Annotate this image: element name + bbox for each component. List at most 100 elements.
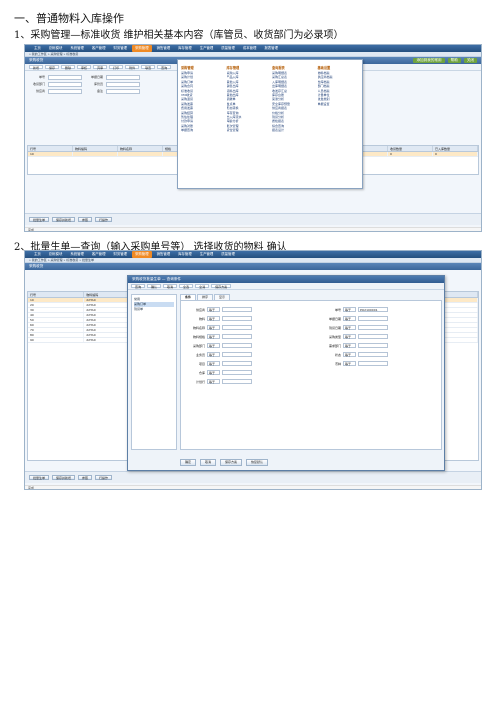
bottom-button[interactable]: 行操作 bbox=[95, 217, 113, 222]
condition-value-input[interactable] bbox=[358, 334, 388, 339]
condition-operator[interactable]: 等于 bbox=[343, 343, 356, 348]
condition-value-input[interactable] bbox=[358, 325, 388, 330]
condition-operator[interactable]: 等于 bbox=[207, 361, 220, 366]
dialog-toolbar-button[interactable]: 确认 bbox=[147, 284, 162, 289]
title-action-button[interactable]: 添加到我的常用 bbox=[413, 58, 445, 63]
condition-value-input[interactable] bbox=[222, 343, 252, 348]
form-input[interactable] bbox=[48, 75, 82, 80]
condition-value-input[interactable] bbox=[222, 307, 252, 312]
mega-menu-item[interactable]: 单据查询 bbox=[181, 128, 223, 132]
column-header[interactable]: 行号 bbox=[28, 292, 85, 297]
bottom-button[interactable]: 参照 bbox=[78, 475, 93, 480]
condition-value-input[interactable] bbox=[358, 361, 388, 366]
condition-operator[interactable]: 等于 bbox=[343, 334, 356, 339]
top-menu-item[interactable]: 总帐模块 bbox=[46, 45, 66, 52]
toolbar-button[interactable]: 打印 bbox=[109, 65, 124, 70]
toolbar-button[interactable]: 联查 bbox=[141, 65, 156, 70]
toolbar-button[interactable]: 保存 bbox=[45, 65, 60, 70]
condition-operator[interactable]: 等于 bbox=[207, 307, 220, 312]
top-menu-item[interactable]: 库存管理 bbox=[175, 251, 195, 258]
top-menu-item[interactable]: 质量管理 bbox=[218, 45, 238, 52]
mega-menu-item[interactable]: 报表设计 bbox=[272, 128, 314, 132]
condition-value-input[interactable] bbox=[358, 316, 388, 321]
condition-value-input[interactable] bbox=[222, 379, 252, 384]
condition-value-input[interactable] bbox=[222, 361, 252, 366]
top-menu-item[interactable]: 主页 bbox=[31, 45, 44, 52]
condition-value-input[interactable] bbox=[222, 325, 252, 330]
dialog-button[interactable]: 保存方案 bbox=[220, 459, 243, 466]
top-menu-item[interactable]: 生产管理 bbox=[197, 251, 217, 258]
form-input[interactable] bbox=[106, 75, 140, 80]
title-action-button[interactable]: 帮助 bbox=[447, 58, 461, 63]
toolbar-button[interactable]: 审核 bbox=[77, 65, 92, 70]
form-input[interactable] bbox=[48, 89, 82, 94]
top-menu-item[interactable]: 系统管理 bbox=[67, 45, 87, 52]
condition-value-input[interactable] bbox=[222, 370, 252, 375]
toolbar-button[interactable]: 附件 bbox=[125, 65, 140, 70]
top-menu-item[interactable]: 销售管理 bbox=[154, 251, 174, 258]
condition-operator[interactable]: 等于 bbox=[207, 316, 220, 321]
column-header[interactable]: 收货数量 bbox=[388, 146, 433, 151]
toolbar-button[interactable]: 新增 bbox=[29, 65, 44, 70]
top-menu-item[interactable]: 采购管理 bbox=[132, 251, 152, 258]
top-menu-item[interactable]: 客户管理 bbox=[89, 45, 109, 52]
toolbar-button[interactable]: 查询 bbox=[157, 65, 172, 70]
form-input[interactable] bbox=[106, 82, 140, 87]
condition-operator[interactable]: 等于 bbox=[207, 334, 220, 339]
condition-value-input[interactable] bbox=[222, 334, 252, 339]
dialog-toolbar-button[interactable]: 保存方案 bbox=[211, 284, 232, 289]
condition-value-input[interactable] bbox=[358, 352, 388, 357]
condition-operator[interactable]: 等于 bbox=[207, 379, 220, 384]
column-header[interactable]: 行号 bbox=[28, 146, 73, 151]
dialog-toolbar-button[interactable]: 全选 bbox=[179, 284, 194, 289]
condition-operator[interactable]: 等于 bbox=[207, 370, 220, 375]
dialog-button[interactable]: 确定 bbox=[180, 459, 197, 466]
column-header[interactable]: 物料名称 bbox=[118, 146, 163, 151]
condition-operator[interactable]: 等于 bbox=[207, 343, 220, 348]
condition-operator[interactable]: 等于 bbox=[343, 307, 356, 312]
toolbar-button[interactable]: 删除 bbox=[61, 65, 76, 70]
bottom-button[interactable]: 参照 bbox=[78, 217, 93, 222]
top-menu-item[interactable]: 报表管理 bbox=[261, 45, 281, 52]
mega-menu-item[interactable]: 单据设置 bbox=[318, 102, 360, 106]
top-menu-item[interactable]: 财务管理 bbox=[110, 251, 130, 258]
top-menu-item[interactable]: 客户管理 bbox=[89, 251, 109, 258]
bottom-button[interactable]: 保存并新增 bbox=[52, 475, 76, 480]
bottom-button[interactable]: 批量生单 bbox=[29, 217, 50, 222]
mega-menu-item[interactable]: 货位管理 bbox=[227, 128, 269, 132]
column-header[interactable]: 物料编码 bbox=[73, 146, 118, 151]
dialog-button[interactable]: 取消 bbox=[200, 459, 217, 466]
dialog-button[interactable]: 恢复默认 bbox=[246, 459, 269, 466]
condition-operator[interactable]: 等于 bbox=[207, 325, 220, 330]
top-menu-item[interactable]: 采购管理 bbox=[132, 45, 152, 52]
top-menu-item[interactable]: 成本管理 bbox=[240, 45, 260, 52]
form-input[interactable] bbox=[106, 89, 140, 94]
top-menu-item[interactable]: 总帐模块 bbox=[46, 251, 66, 258]
bottom-button[interactable]: 批量生单 bbox=[29, 475, 50, 480]
top-menu-item[interactable]: 生产管理 bbox=[197, 45, 217, 52]
toolbar-button[interactable]: 弃审 bbox=[93, 65, 108, 70]
form-input[interactable] bbox=[48, 82, 82, 87]
condition-value-input[interactable] bbox=[222, 316, 252, 321]
top-menu-item[interactable]: 财务管理 bbox=[110, 45, 130, 52]
title-action-button[interactable]: 关闭 bbox=[463, 58, 477, 63]
bottom-button[interactable]: 保存并新增 bbox=[52, 217, 76, 222]
dialog-toolbar-button[interactable]: 查询 bbox=[131, 284, 146, 289]
condition-value-input[interactable]: PO2100001 bbox=[358, 307, 388, 312]
dialog-toolbar-button[interactable]: 全消 bbox=[195, 284, 210, 289]
condition-operator[interactable]: 等于 bbox=[343, 325, 356, 330]
condition-operator[interactable]: 等于 bbox=[343, 316, 356, 321]
condition-operator[interactable]: 等于 bbox=[343, 361, 356, 366]
condition-value-input[interactable] bbox=[358, 343, 388, 348]
top-menu-item[interactable]: 库存管理 bbox=[175, 45, 195, 52]
column-header[interactable]: 已入库数量 bbox=[433, 146, 478, 151]
bottom-button[interactable]: 行操作 bbox=[95, 475, 113, 480]
scheme-tree-item[interactable]: 到货单 bbox=[134, 307, 174, 312]
condition-value-input[interactable] bbox=[222, 352, 252, 357]
condition-operator[interactable]: 等于 bbox=[207, 352, 220, 357]
top-menu-item[interactable]: 质量管理 bbox=[218, 251, 238, 258]
top-menu-item[interactable]: 销售管理 bbox=[154, 45, 174, 52]
top-menu-item[interactable]: 主页 bbox=[31, 251, 44, 258]
top-menu-item[interactable]: 系统管理 bbox=[67, 251, 87, 258]
dialog-toolbar-button[interactable]: 取消 bbox=[163, 284, 178, 289]
